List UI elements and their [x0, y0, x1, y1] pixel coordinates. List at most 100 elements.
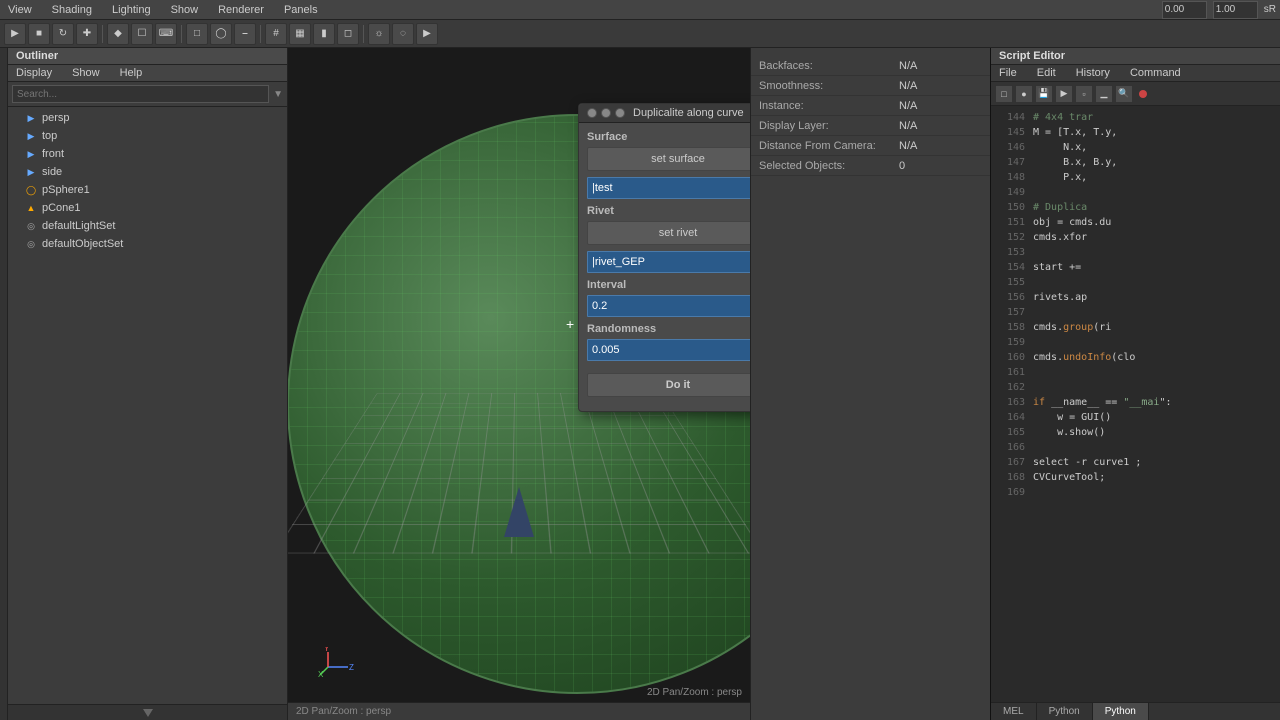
outliner-label-objectset: defaultObjectSet — [42, 238, 123, 250]
script-line-151: 151 obj = cmds.du — [997, 215, 1274, 230]
script-line-145: 145 M = [T.x, T.y, — [997, 125, 1274, 140]
menu-view[interactable]: View — [4, 4, 36, 16]
outliner-item-pcone1[interactable]: ▲ pCone1 — [8, 199, 287, 217]
tb-lasso[interactable]: ☐ — [131, 23, 153, 45]
outliner-label-top: top — [42, 130, 57, 142]
prop-row-instance: Instance: N/A — [751, 96, 990, 116]
toolbar-value1[interactable] — [1162, 1, 1207, 19]
search-arrow-icon[interactable]: ▼ — [273, 89, 283, 100]
surface-input[interactable] — [587, 177, 750, 199]
script-tb-run[interactable]: ▶ — [1055, 85, 1073, 103]
script-tab-python2[interactable]: Python — [1093, 703, 1149, 720]
prop-row-distancefromcamera: Distance From Camera: N/A — [751, 136, 990, 156]
line-number-150: 150 — [997, 200, 1025, 215]
dialog-minimize-button[interactable] — [601, 108, 611, 118]
script-tb-paste[interactable]: ▁ — [1095, 85, 1113, 103]
dialog-close-button[interactable] — [587, 108, 597, 118]
menu-renderer[interactable]: Renderer — [214, 4, 268, 16]
outliner-resize-handle[interactable] — [8, 704, 287, 720]
tb-move[interactable]: ■ — [28, 23, 50, 45]
doit-button[interactable]: Do it — [587, 373, 750, 397]
outliner-menu-show[interactable]: Show — [68, 67, 104, 79]
script-menu-file[interactable]: File — [995, 67, 1021, 79]
outliner-item-defaultlightset[interactable]: ◎ defaultLightSet — [8, 217, 287, 235]
script-content[interactable]: 144 # 4x4 trar 145 M = [T.x, T.y, 146 N.… — [991, 106, 1280, 702]
script-line-167: 167 select -r curve1 ; — [997, 455, 1274, 470]
set-surface-button[interactable]: set surface — [587, 147, 750, 171]
script-line-161: 161 — [997, 365, 1274, 380]
line-number-155: 155 — [997, 275, 1025, 290]
viewport-bottom-label: 2D Pan/Zoom : persp — [296, 706, 391, 717]
prop-value-smoothness: N/A — [899, 80, 982, 92]
tb-wire[interactable]: ▦ — [289, 23, 311, 45]
script-tb-search[interactable]: 🔍 — [1115, 85, 1133, 103]
script-tab-python1[interactable]: Python — [1037, 703, 1093, 720]
tb-scale[interactable]: ✚ — [76, 23, 98, 45]
search-input[interactable] — [12, 85, 269, 103]
script-line-155: 155 — [997, 275, 1274, 290]
rivet-input[interactable] — [587, 251, 750, 273]
outliner-menu-display[interactable]: Display — [12, 67, 56, 79]
tb-shadow[interactable]: ◌ — [392, 23, 414, 45]
script-line-160: 160 cmds.undoInfo(clo — [997, 350, 1274, 365]
script-tab-mel[interactable]: MEL — [991, 703, 1037, 720]
line-number-153: 153 — [997, 245, 1025, 260]
line-number-164: 164 — [997, 410, 1025, 425]
menu-show[interactable]: Show — [167, 4, 203, 16]
menu-lighting[interactable]: Lighting — [108, 4, 155, 16]
outliner-menu: Display Show Help — [8, 65, 287, 82]
menu-panels[interactable]: Panels — [280, 4, 322, 16]
tb-rotate[interactable]: ↻ — [52, 23, 74, 45]
outliner-label-lightset: defaultLightSet — [42, 220, 115, 232]
tb-cam[interactable]: ▶ — [416, 23, 438, 45]
script-menu-command[interactable]: Command — [1126, 67, 1185, 79]
prop-row-smoothness: Smoothness: N/A — [751, 76, 990, 96]
resize-arrow-icon — [143, 709, 153, 717]
interval-input[interactable] — [587, 295, 750, 317]
toolbar-value2[interactable] — [1213, 1, 1258, 19]
script-toolbar: □ ● 💾 ▶ ▫ ▁ 🔍 — [991, 82, 1280, 106]
set-rivet-button[interactable]: set rivet — [587, 221, 750, 245]
tb-sphere[interactable]: ◯ — [210, 23, 232, 45]
randomness-section-label: Randomness — [587, 323, 750, 335]
tb-texture[interactable]: ◻ — [337, 23, 359, 45]
tb-cylinder[interactable]: ⎯ — [234, 23, 256, 45]
script-line-153: 153 — [997, 245, 1274, 260]
tb-light[interactable]: ☼ — [368, 23, 390, 45]
outliner-item-defaultobjectset[interactable]: ◎ defaultObjectSet — [8, 235, 287, 253]
viewport[interactable]: + Z Y X 2D Pan/Zoom : persp — [288, 48, 750, 702]
line-code-148: P.x, — [1033, 170, 1274, 185]
outliner-item-top[interactable]: ▶ top — [8, 127, 287, 145]
outliner-item-front[interactable]: ▶ front — [8, 145, 287, 163]
tb-paint[interactable]: ⌨ — [155, 23, 177, 45]
script-tb-open[interactable]: ● — [1015, 85, 1033, 103]
script-tb-copy[interactable]: ▫ — [1075, 85, 1093, 103]
outliner-item-side[interactable]: ▶ side — [8, 163, 287, 181]
line-number-147: 147 — [997, 155, 1025, 170]
script-tb-save[interactable]: 💾 — [1035, 85, 1053, 103]
script-line-158: 158 cmds.group(ri — [997, 320, 1274, 335]
line-number-163: 163 — [997, 395, 1025, 410]
tb-grid[interactable]: # — [265, 23, 287, 45]
outliner-item-persp[interactable]: ▶ persp — [8, 109, 287, 127]
line-code-150: # Duplica — [1033, 200, 1274, 215]
line-number-161: 161 — [997, 365, 1025, 380]
script-menu-edit[interactable]: Edit — [1033, 67, 1060, 79]
line-code-167: select -r curve1 ; — [1033, 455, 1274, 470]
outliner-panel: Outliner Display Show Help ▼ ▶ persp ▶ t… — [8, 48, 288, 720]
mesh-icon-pcone1: ▲ — [24, 201, 38, 215]
tb-snap[interactable]: ◆ — [107, 23, 129, 45]
dialog-maximize-button[interactable] — [615, 108, 625, 118]
tb-box[interactable]: □ — [186, 23, 208, 45]
outliner-menu-help[interactable]: Help — [116, 67, 147, 79]
randomness-input[interactable] — [587, 339, 750, 361]
script-menu-history[interactable]: History — [1072, 67, 1114, 79]
script-tb-new[interactable]: □ — [995, 85, 1013, 103]
tb-select[interactable]: ▶ — [4, 23, 26, 45]
outliner-item-psphere1[interactable]: ◯ pSphere1 — [8, 181, 287, 199]
tb-solid[interactable]: ▮ — [313, 23, 335, 45]
menu-shading[interactable]: Shading — [48, 4, 96, 16]
dialog-titlebar[interactable]: Duplicalite along curve — [579, 104, 750, 123]
line-number-149: 149 — [997, 185, 1025, 200]
left-scroll-bar[interactable] — [0, 48, 8, 720]
